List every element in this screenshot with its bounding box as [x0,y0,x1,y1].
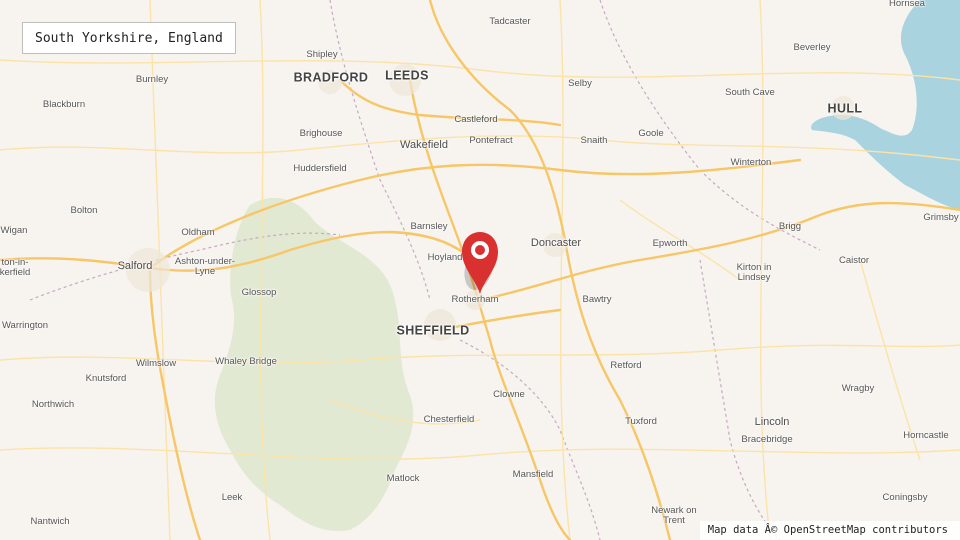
place-label: ton-in- kerfield [0,257,31,278]
place-label: Rotherham [451,294,499,306]
place-label: Knutsford [85,373,127,385]
place-label: Brighouse [299,128,343,140]
place-label: Beverley [793,42,831,54]
place-label: Leek [221,492,243,504]
place-label: Snaith [580,135,608,147]
place-label: Newark on Trent [651,505,697,526]
place-label: Burnley [135,74,169,86]
place-label: Mansfield [512,469,554,481]
place-label: Bawtry [582,294,612,306]
place-label: Ashton-under- Lyne [174,256,236,277]
place-label: Oldham [181,227,215,239]
map-view[interactable]: Hornsea Tadcaster Beverley Shipley BRADF… [0,0,960,540]
place-label: Kirton in Lindsey [736,262,772,283]
place-label: Shipley [306,49,338,61]
place-label: Selby [568,78,592,90]
place-label: Chesterfield [423,414,475,426]
place-label: Barnsley [410,221,448,233]
place-label: Northwich [31,399,75,411]
place-label: Castleford [454,114,498,126]
place-label: Grimsby [923,212,959,224]
place-label: Goole [638,128,664,140]
place-label: Matlock [386,473,420,485]
place-label: Caistor [838,255,870,267]
place-label: Warrington [1,320,49,332]
place-label: Nantwich [30,516,70,528]
place-label: Wigan [0,225,28,237]
map-pin-icon[interactable] [456,228,506,296]
place-label: Salford [117,260,153,273]
map-title: South Yorkshire, England [35,30,223,46]
place-label: Doncaster [530,237,582,250]
place-label: Retford [610,360,642,372]
place-label: Horncastle [903,430,949,442]
place-label: Tuxford [625,416,657,428]
place-label: Glossop [241,287,277,299]
place-label: Clowne [493,389,525,401]
place-label: Brigg [778,221,802,233]
place-label: Hornsea [889,0,925,10]
place-label: Whaley Bridge [215,356,277,368]
map-attribution[interactable]: Map data Â© OpenStreetMap contributors [699,521,960,540]
place-label: Wragby [841,383,875,395]
place-label: Winterton [730,157,772,169]
place-label: Bolton [70,205,98,217]
place-label: SHEFFIELD [396,323,470,338]
place-label: Huddersfield [293,163,347,175]
place-label: Bracebridge [741,434,793,446]
place-label: Tadcaster [489,16,531,28]
attribution-text: Map data Â© OpenStreetMap contributors [707,524,948,536]
place-label: BRADFORD [293,70,369,85]
place-label: Pontefract [469,135,513,147]
place-label: HULL [827,101,863,116]
place-label: Wakefield [400,139,448,152]
place-label: Epworth [652,238,688,250]
place-label: Coningsby [882,492,928,504]
place-label: Wilmslow [135,358,177,370]
map-title-box: South Yorkshire, England [22,22,236,54]
place-label: Lincoln [754,416,790,429]
place-label: Blackburn [42,99,86,111]
place-label: South Cave [725,87,775,99]
place-label: LEEDS [385,68,429,83]
